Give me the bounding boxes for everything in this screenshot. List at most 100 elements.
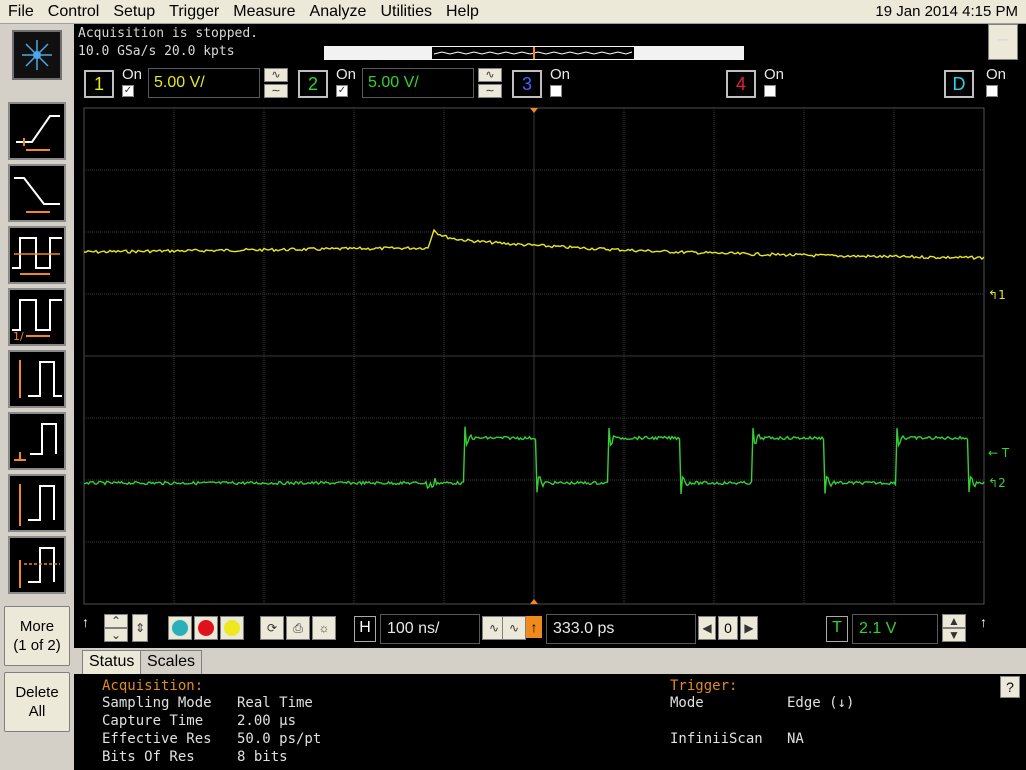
horizontal-position-field[interactable]: 333.0 ps xyxy=(546,614,696,644)
channel-2-ground-marker[interactable]: ↰2 xyxy=(988,476,1006,490)
channel-2-scale-field[interactable]: 5.00 V/ xyxy=(362,68,474,98)
vavg-measure-icon[interactable] xyxy=(8,536,66,594)
status-panel: Acquisition: Sampling Mode Real Time Cap… xyxy=(74,674,1026,770)
status-label: Effective Res xyxy=(102,731,212,747)
channel-3-checkbox[interactable] xyxy=(550,85,562,97)
minimize-button[interactable]: — xyxy=(988,24,1018,60)
delete-all-label: Delete All xyxy=(15,684,59,720)
trigger-status-label: InfiniiScan xyxy=(670,731,763,747)
trigger-level-marker[interactable]: ← T xyxy=(988,446,1009,460)
date-time: 19 Jan 2014 4:15 PM xyxy=(875,3,1018,20)
more-button[interactable]: More (1 of 2) xyxy=(4,606,70,666)
red-color-button[interactable] xyxy=(194,616,218,640)
trigger-level-up-button[interactable]: ▲ xyxy=(942,614,966,628)
horizontal-button[interactable]: H xyxy=(354,616,376,642)
digital-on-label: On xyxy=(986,66,1007,83)
cyan-color-button[interactable] xyxy=(168,616,192,640)
channel-4-button[interactable]: 4 xyxy=(726,70,756,98)
print-icon[interactable]: ⎙ xyxy=(286,616,310,640)
position-reference-button[interactable]: 0 xyxy=(718,616,738,640)
trigger-level-down-button[interactable]: ▼ xyxy=(942,628,966,642)
status-value: 2.00 µs xyxy=(237,713,297,729)
channel-4-checkbox[interactable] xyxy=(764,85,776,97)
waveform-graticule xyxy=(83,107,985,605)
menu-utilities[interactable]: Utilities xyxy=(372,3,438,21)
menu-control[interactable]: Control xyxy=(40,3,106,21)
tab-bar: Status Scales xyxy=(74,648,1026,674)
brightness-icon[interactable]: ☼ xyxy=(312,616,336,640)
horizontal-bar: ↑ ⌃ ⌄ ⇕ ⟳ ⎙ ☼ H 100 ns/ ∿ ∿ ↑ 333.0 ps ◀… xyxy=(74,610,1026,648)
measurement-toolbar: 1/ More (1 of 2) Delete All xyxy=(0,24,74,770)
channel-1-ac-coupling-icon[interactable]: ∿ xyxy=(264,68,288,82)
status-value: Real Time xyxy=(237,695,313,711)
svg-text:1/: 1/ xyxy=(13,330,24,343)
waveform-overview[interactable] xyxy=(324,46,744,60)
acquisition-heading: Acquisition: xyxy=(102,678,204,694)
waveform-display[interactable]: ↰1 ← T ↰2 xyxy=(74,104,1026,610)
yellow-color-button[interactable] xyxy=(220,616,244,640)
status-label: Bits Of Res xyxy=(102,749,195,765)
channel-bar: 1 On ✓ 5.00 V/ ∿ ∼ 2 On ✓ 5.00 V/ ∿ ∼ 3 … xyxy=(74,64,1026,104)
single-acquisition-icon[interactable]: ⟳ xyxy=(260,616,284,640)
channel-3-on-label: On xyxy=(550,66,571,83)
delete-all-button[interactable]: Delete All xyxy=(4,672,70,732)
more-label: More (1 of 2) xyxy=(13,618,61,654)
menu-setup[interactable]: Setup xyxy=(105,3,161,21)
position-left-button[interactable]: ◀ xyxy=(698,616,716,640)
acquisition-bar: Acquisition is stopped. 10.0 GSa/s 20.0 … xyxy=(74,24,1026,64)
trigger-time-marker-top xyxy=(530,108,538,113)
menu-bar: File Control Setup Trigger Measure Analy… xyxy=(0,0,1026,24)
channel-2-on-label: On xyxy=(336,66,357,83)
sample-rate: 10.0 GSa/s 20.0 kpts xyxy=(78,44,235,59)
menu-measure[interactable]: Measure xyxy=(225,3,301,21)
channel-1-ground-marker[interactable]: ↰1 xyxy=(988,288,1006,302)
trigger-level-field[interactable]: 2.1 V xyxy=(852,614,938,644)
top-base-measure-icon[interactable] xyxy=(8,412,66,470)
channel-2-checkbox[interactable]: ✓ xyxy=(336,85,348,97)
trigger-time-marker-bottom xyxy=(530,599,538,604)
position-right-button[interactable]: ▶ xyxy=(740,616,758,640)
trigger-heading: Trigger: xyxy=(670,678,738,694)
channel-2-ac-coupling-icon[interactable]: ∿ xyxy=(478,68,502,82)
trigger-status-value: Edge (↓) xyxy=(787,695,855,711)
trigger-marker-label: T xyxy=(1001,446,1010,460)
rise-time-measure-icon[interactable] xyxy=(8,102,66,160)
time-scale-field[interactable]: 100 ns/ xyxy=(380,614,480,644)
status-value: 50.0 ps/pt xyxy=(237,731,322,747)
trigger-button[interactable]: T xyxy=(826,616,848,642)
tab-status[interactable]: Status xyxy=(82,650,142,674)
channel-1-dc-coupling-icon[interactable]: ∼ xyxy=(264,84,288,98)
channel-3-button[interactable]: 3 xyxy=(512,70,542,98)
menu-help[interactable]: Help xyxy=(438,3,485,21)
channel-1-button[interactable]: 1 xyxy=(84,70,114,98)
status-label: Capture Time xyxy=(102,713,204,729)
vertical-down-button[interactable]: ⌄ xyxy=(104,628,128,642)
horizontal-position-marker-icon[interactable]: ↑ xyxy=(526,616,542,638)
digital-checkbox[interactable] xyxy=(986,85,998,97)
channel-1-on-label: On xyxy=(122,66,143,83)
menu-analyze[interactable]: Analyze xyxy=(302,3,373,21)
vertical-up-button[interactable]: ⌃ xyxy=(104,614,128,628)
period-measure-icon[interactable] xyxy=(8,226,66,284)
vertical-up-arrow-icon[interactable]: ↑ xyxy=(82,614,89,630)
menu-trigger[interactable]: Trigger xyxy=(161,3,225,21)
acquisition-state: Acquisition is stopped. xyxy=(78,26,259,41)
trigger-up-arrow-icon[interactable]: ↑ xyxy=(980,614,987,630)
trigger-status-value: NA xyxy=(787,731,804,747)
brand-logo-icon[interactable] xyxy=(12,30,62,80)
channel-2-dc-coupling-icon[interactable]: ∼ xyxy=(478,84,502,98)
digital-channel-button[interactable]: D xyxy=(944,70,974,98)
trigger-status-label: Mode xyxy=(670,695,704,711)
channel-2-button[interactable]: 2 xyxy=(298,70,328,98)
channel-1-scale-field[interactable]: 5.00 V/ xyxy=(148,68,260,98)
channel-1-checkbox[interactable]: ✓ xyxy=(122,85,134,97)
fall-time-measure-icon[interactable] xyxy=(8,164,66,222)
vertical-scroll-button[interactable]: ⇕ xyxy=(132,614,148,642)
amplitude-measure-icon[interactable] xyxy=(8,350,66,408)
time-scale-coarse-icon[interactable]: ∿ xyxy=(502,616,526,640)
menu-file[interactable]: File xyxy=(0,3,40,21)
frequency-measure-icon[interactable]: 1/ xyxy=(8,288,66,346)
help-button[interactable]: ? xyxy=(1000,676,1020,698)
tab-scales[interactable]: Scales xyxy=(140,650,203,674)
vmax-measure-icon[interactable] xyxy=(8,474,66,532)
